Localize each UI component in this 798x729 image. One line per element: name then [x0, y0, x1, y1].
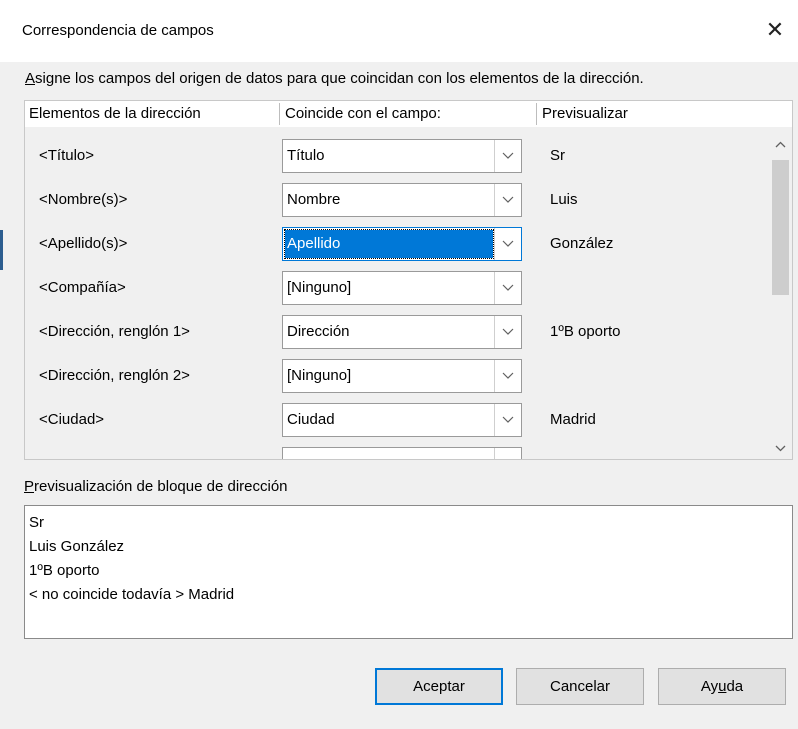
- help-label-pre: Ay: [700, 678, 719, 695]
- preview-value: 1ºB oporto: [550, 323, 621, 340]
- preview-line: Sr: [29, 514, 44, 531]
- column-divider[interactable]: [536, 103, 537, 125]
- preview-line: Luis González: [29, 538, 125, 555]
- field-select-value: Nombre: [287, 191, 341, 208]
- field-select[interactable]: Dirección: [282, 315, 522, 349]
- preview-value: Madrid: [550, 411, 596, 428]
- close-icon: ✕: [765, 17, 785, 42]
- chevron-down-icon[interactable]: [494, 360, 521, 392]
- field-select[interactable]: [Ninguno]: [282, 271, 522, 305]
- field-select-value: Título: [287, 147, 325, 164]
- table-row: <Nombre(s)> Nombre Luis: [25, 178, 765, 222]
- preview-value: Luis: [550, 191, 578, 208]
- table-row: <Título> Título Sr: [25, 134, 765, 178]
- column-header-elements[interactable]: Elementos de la dirección: [25, 101, 278, 127]
- instruction-mnemonic: A: [25, 70, 36, 87]
- preview-value: Sr: [550, 147, 565, 164]
- mapping-grid: <Título> Título Sr <Nombre(s)> Nombre Lu…: [24, 127, 793, 460]
- help-label-post: da: [726, 678, 744, 695]
- preview-value: González: [550, 235, 614, 252]
- preview-line: < no coincide todavía > Madrid: [29, 586, 235, 603]
- address-element-label: <Dirección, renglón 1>: [39, 323, 190, 340]
- field-select-value: [Ninguno]: [287, 367, 352, 384]
- address-element-label: <Apellido(s)>: [39, 235, 128, 252]
- field-select-value: Dirección: [287, 323, 350, 340]
- preview-label-rest: revisualización de bloque de dirección: [34, 478, 288, 495]
- chevron-down-icon[interactable]: [494, 404, 521, 436]
- field-select-value: Apellido: [284, 229, 494, 259]
- chevron-down-icon[interactable]: [494, 448, 521, 459]
- chevron-up-icon[interactable]: [769, 133, 792, 155]
- preview-line: 1ºB oporto: [29, 562, 100, 579]
- address-element-label: <Ciudad>: [39, 411, 105, 428]
- table-row-selected: <Apellido(s)> Apellido González: [25, 222, 765, 266]
- address-element-label: <Dirección, renglón 2>: [39, 367, 190, 384]
- background-window-edge: [0, 230, 3, 270]
- address-element-label: <Nombre(s)>: [39, 191, 128, 208]
- chevron-down-icon[interactable]: [494, 228, 521, 260]
- dialog-title: Correspondencia de campos: [22, 22, 214, 39]
- instruction-text: Asigne los campos del origen de datos pa…: [25, 70, 644, 87]
- column-divider[interactable]: [279, 103, 280, 125]
- chevron-down-icon[interactable]: [494, 140, 521, 172]
- field-mapping-dialog: Correspondencia de campos ✕ Asigne los c…: [0, 0, 798, 729]
- field-select[interactable]: Nombre: [282, 183, 522, 217]
- table-row: <Dirección, renglón 2> [Ninguno]: [25, 354, 765, 398]
- address-element-label: <Compañía>: [39, 279, 126, 296]
- field-select[interactable]: Apellido: [282, 227, 522, 261]
- chevron-down-icon[interactable]: [494, 184, 521, 216]
- table-row: <Dirección, renglón 1> Dirección 1ºB opo…: [25, 310, 765, 354]
- help-button[interactable]: Ay u da: [658, 668, 786, 705]
- chevron-down-icon[interactable]: [494, 272, 521, 304]
- instruction-rest: signe los campos del origen de datos par…: [35, 70, 644, 87]
- field-select[interactable]: [282, 447, 522, 459]
- close-button[interactable]: ✕: [752, 10, 798, 50]
- table-row: <Compañía> [Ninguno]: [25, 266, 765, 310]
- table-header: Elementos de la dirección Coincide con e…: [24, 100, 793, 128]
- field-select-value: [Ninguno]: [287, 279, 352, 296]
- column-header-field[interactable]: Coincide con el campo:: [281, 101, 536, 127]
- chevron-down-icon[interactable]: [494, 316, 521, 348]
- title-bar: Correspondencia de campos ✕: [0, 0, 798, 62]
- chevron-down-icon[interactable]: [769, 437, 792, 459]
- address-element-label: <Título>: [39, 147, 95, 164]
- preview-label-mnemonic: P: [24, 478, 35, 495]
- vertical-scrollbar[interactable]: [769, 127, 792, 459]
- help-label-mnemonic: u: [718, 678, 727, 695]
- scrollbar-thumb[interactable]: [772, 160, 789, 295]
- column-header-preview[interactable]: Previsualizar: [538, 101, 788, 127]
- preview-block-label: Previsualización de bloque de dirección: [24, 478, 288, 495]
- cancel-button[interactable]: Cancelar: [516, 668, 644, 705]
- table-row: <Ciudad> Ciudad Madrid: [25, 398, 765, 442]
- field-select[interactable]: Ciudad: [282, 403, 522, 437]
- field-select[interactable]: Título: [282, 139, 522, 173]
- ok-button[interactable]: Aceptar: [375, 668, 503, 705]
- address-block-preview: Sr Luis González 1ºB oporto < no coincid…: [24, 505, 793, 639]
- field-select-value: Ciudad: [287, 411, 335, 428]
- field-select[interactable]: [Ninguno]: [282, 359, 522, 393]
- table-row-partial: [25, 442, 765, 459]
